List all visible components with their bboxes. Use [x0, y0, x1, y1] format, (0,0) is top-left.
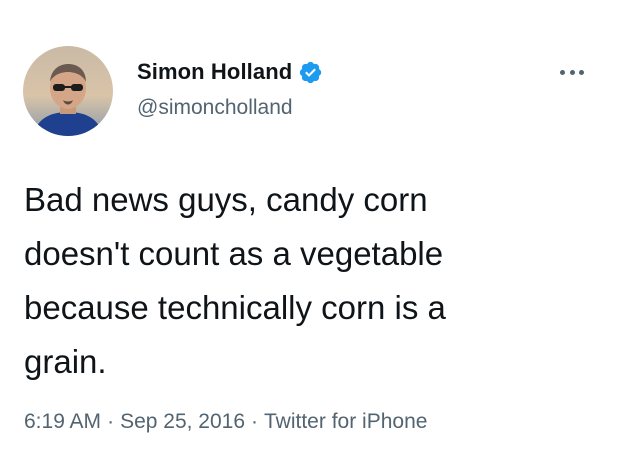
author-handle[interactable]: @simoncholland: [137, 96, 293, 120]
tweet-date[interactable]: Sep 25, 2016: [120, 410, 245, 433]
more-dot: [560, 69, 565, 75]
meta-separator: ·: [251, 410, 259, 433]
author-name-row[interactable]: Simon Holland: [137, 58, 323, 86]
avatar-image: [23, 46, 113, 136]
tweet-card: Simon Holland @simoncholland Bad news gu…: [0, 0, 621, 462]
tweet-time[interactable]: 6:19 AM: [24, 410, 101, 433]
more-dot: [579, 69, 584, 75]
tweet-text: Bad news guys, candy corn doesn't count …: [24, 181, 446, 380]
verified-badge-icon: [298, 60, 323, 85]
more-dot: [569, 69, 575, 75]
more-horizontal-icon[interactable]: [556, 62, 588, 82]
meta-separator: ·: [107, 410, 115, 433]
author-display-name[interactable]: Simon Holland: [137, 59, 292, 85]
avatar[interactable]: [23, 46, 113, 136]
tweet-metadata: 6:19 AM · Sep 25, 2016 · Twitter for iPhone: [24, 410, 427, 434]
tweet-source[interactable]: Twitter for iPhone: [264, 410, 427, 433]
